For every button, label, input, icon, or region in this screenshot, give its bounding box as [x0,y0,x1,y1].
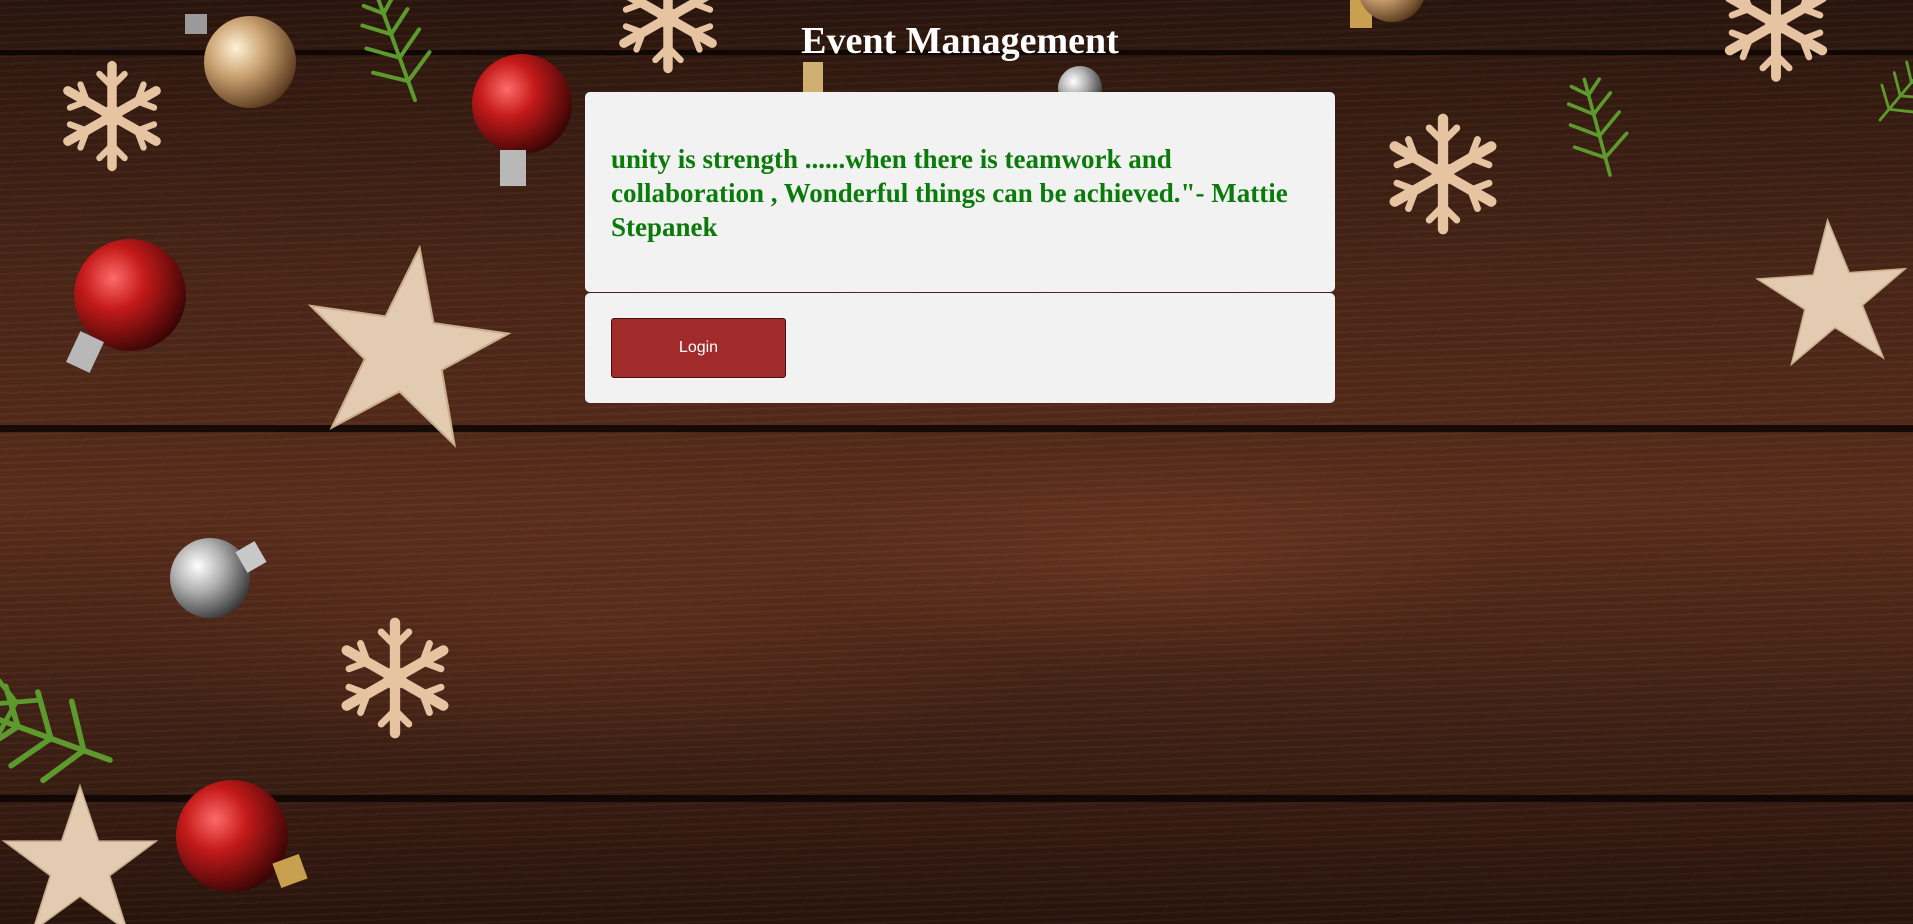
snowflake-icon [347,623,444,733]
quote-card: unity is strength ......when there is te… [585,92,1335,292]
star-icon [293,233,520,452]
ornament-icon [176,780,308,892]
page-title: Event Management [801,20,1119,62]
snowflake-icon [68,66,156,167]
login-button[interactable]: Login [611,318,786,378]
ornament-icon [472,54,572,186]
star-icon [3,785,157,924]
pine-branch-icon [0,664,43,747]
pine-branch-icon [1556,70,1638,184]
ornament-icon [803,62,823,92]
ornament-icon [170,538,267,618]
snowflake-icon [1395,119,1492,229]
login-card: Login [585,293,1335,403]
star-icon [1752,214,1913,367]
quote-text: unity is strength ......when there is te… [611,144,1288,242]
ornament-icon [66,239,186,373]
pine-branch-icon [0,668,124,800]
